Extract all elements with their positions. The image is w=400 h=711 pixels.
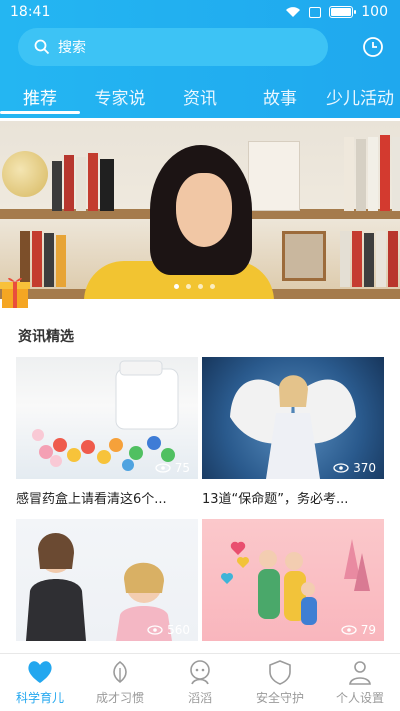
status-bar: 18:41 100	[0, 0, 400, 24]
mascot-icon	[190, 660, 210, 685]
nav-taotao[interactable]: 滔滔	[160, 654, 240, 711]
carousel-indicator	[174, 284, 215, 289]
category-tabs: 推荐 专家说 资讯 故事 少儿活动	[0, 76, 400, 118]
eye-icon	[341, 625, 357, 635]
tab-recommend[interactable]: 推荐	[0, 76, 80, 118]
tab-story[interactable]: 故事	[240, 76, 320, 118]
tab-kids-activity[interactable]: 少儿活动	[320, 76, 400, 118]
status-time: 18:41	[10, 4, 51, 20]
books-decoration	[340, 231, 398, 287]
card-thumbnail: 370	[202, 357, 384, 479]
screen-icon	[309, 6, 322, 18]
view-count: 370	[333, 461, 376, 475]
search-row: 搜索	[18, 28, 384, 66]
section-title: 资讯精选	[18, 329, 74, 345]
books-decoration	[52, 153, 114, 211]
card-title: 13道“保命题”，务必考...	[202, 492, 349, 507]
top-header: 18:41 100 搜索 推荐 专家说 资讯 故事 少儿活动	[0, 0, 400, 118]
nav-habits[interactable]: 成才习惯	[80, 654, 160, 711]
nav-safety[interactable]: 安全守护	[240, 654, 320, 711]
shield-icon	[269, 660, 291, 685]
user-icon	[349, 661, 371, 685]
heart-icon	[28, 661, 52, 683]
tab-expert[interactable]: 专家说	[80, 76, 160, 118]
picture-frame	[282, 231, 326, 281]
presenter-face	[176, 173, 232, 247]
leaf-icon	[113, 660, 127, 684]
carousel-dot	[186, 284, 191, 289]
battery-level: 100	[361, 4, 388, 20]
nav-settings[interactable]: 个人设置	[320, 654, 400, 711]
status-icons: 100	[285, 4, 388, 20]
eye-icon	[333, 463, 349, 473]
hero-banner[interactable]	[0, 121, 400, 299]
search-input[interactable]: 搜索	[18, 28, 328, 66]
card-thumbnail: 560	[16, 519, 198, 641]
news-card[interactable]: 560	[16, 519, 198, 650]
globe-decoration	[2, 151, 48, 197]
battery-icon	[329, 6, 357, 18]
bottom-navigation: 科学育儿 成才习惯 滔滔 安全守护 个人设置	[0, 653, 400, 711]
eye-icon	[155, 463, 171, 473]
card-thumbnail: 75	[16, 357, 198, 479]
card-title: 感冒药盒上请看清这6个...	[16, 492, 167, 507]
picture-frame	[248, 141, 300, 211]
wifi-icon	[286, 7, 301, 17]
view-count: 79	[341, 623, 376, 637]
gift-icon[interactable]	[0, 272, 30, 310]
eye-icon	[147, 625, 163, 635]
search-placeholder: 搜索	[58, 40, 86, 56]
view-count: 75	[155, 461, 190, 475]
carousel-dot	[210, 284, 215, 289]
nav-science-parenting[interactable]: 科学育儿	[0, 654, 80, 711]
news-card[interactable]: 79	[202, 519, 384, 650]
carousel-dot	[174, 284, 179, 289]
news-card[interactable]: 75 感冒药盒上请看清这6个...	[16, 357, 198, 507]
history-clock-icon[interactable]	[362, 36, 384, 58]
books-decoration	[344, 135, 400, 211]
carousel-dot	[198, 284, 203, 289]
view-count: 560	[147, 623, 190, 637]
search-icon	[34, 39, 50, 55]
card-thumbnail: 79	[202, 519, 384, 641]
news-card[interactable]: 370 13道“保命题”，务必考...	[202, 357, 384, 507]
tab-news[interactable]: 资讯	[160, 76, 240, 118]
